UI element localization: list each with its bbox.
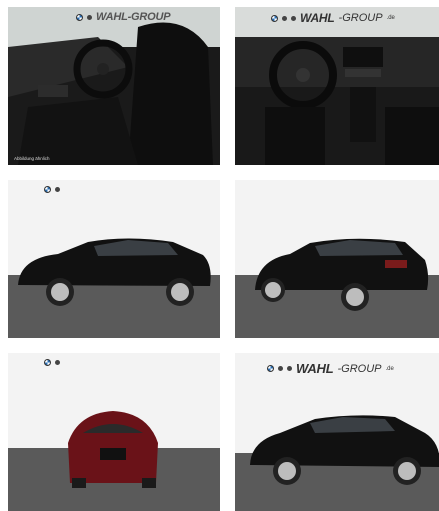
bmw-logo-icon bbox=[44, 359, 51, 366]
bmw-logo-icon bbox=[76, 13, 83, 21]
bmw-logo-icon bbox=[267, 365, 274, 372]
mini-logo-icon bbox=[287, 366, 292, 371]
gallery-image-exterior-side-left[interactable] bbox=[8, 180, 220, 338]
mini-logo-icon bbox=[87, 14, 92, 20]
gallery-image-exterior-side-right[interactable]: WAHL -GROUP .de bbox=[235, 353, 439, 511]
m-logo-icon bbox=[278, 366, 283, 371]
dealer-logo bbox=[44, 359, 60, 366]
dealer-logo: WAHL -GROUP .de bbox=[271, 11, 395, 25]
bmw-logo-icon bbox=[271, 14, 278, 22]
dealer-logo: WAHL-GROUP bbox=[76, 11, 171, 23]
gallery-image-interior-side[interactable]: WAHL-GROUP Abbildung ähnlich bbox=[8, 7, 220, 165]
dealer-logo: WAHL -GROUP .de bbox=[267, 361, 394, 376]
dealer-logo bbox=[44, 186, 60, 193]
mini-logo-icon bbox=[291, 15, 296, 21]
m-logo-icon bbox=[282, 15, 287, 21]
gallery-image-exterior-rear-right[interactable] bbox=[235, 180, 439, 338]
gallery-image-interior-dashboard[interactable]: WAHL -GROUP .de bbox=[235, 7, 439, 165]
bmw-logo-icon bbox=[44, 186, 51, 193]
image-caption: Abbildung ähnlich bbox=[14, 156, 50, 161]
mini-logo-icon bbox=[55, 360, 60, 365]
gallery-image-exterior-front-red[interactable] bbox=[8, 353, 220, 511]
mini-logo-icon bbox=[55, 187, 60, 192]
